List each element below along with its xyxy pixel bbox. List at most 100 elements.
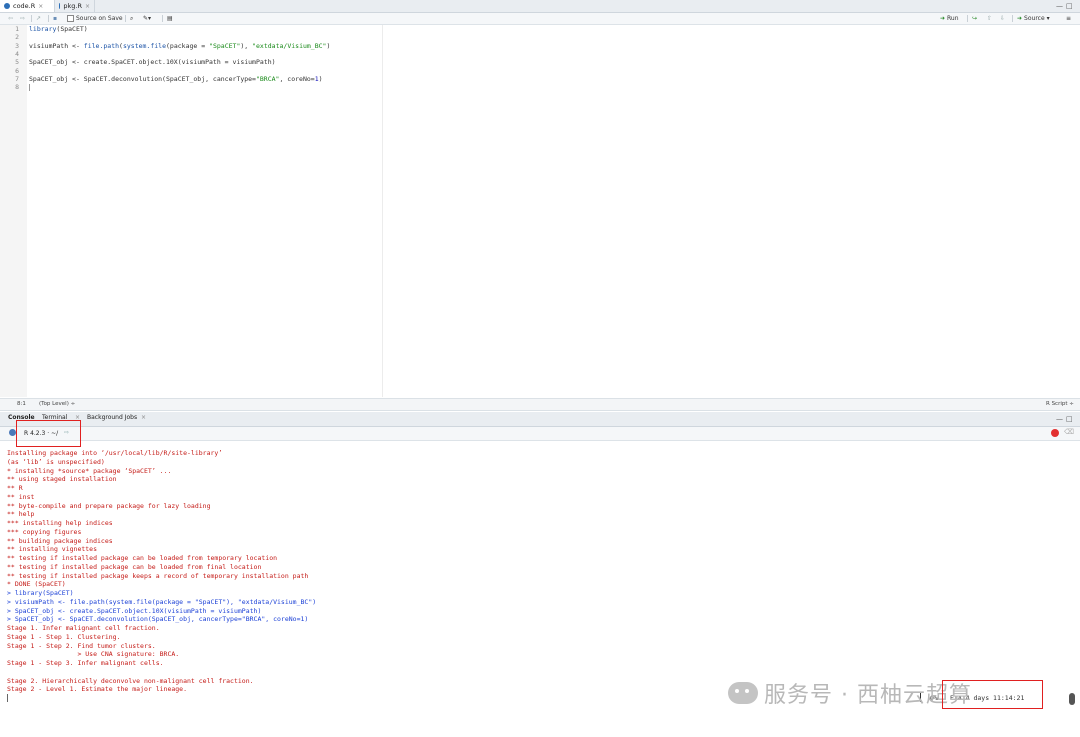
source-label: Source xyxy=(1024,15,1045,22)
console-line: > SpaCET_obj <- SpaCET.deconvolution(Spa… xyxy=(7,615,309,624)
editor-tab-bar: code.R × pkg.R × — □ xyxy=(0,0,1080,13)
code-token: "BRCA" xyxy=(255,74,280,83)
source-button[interactable]: ➜ Source ▾ xyxy=(1017,14,1050,23)
code-token: ), xyxy=(240,41,253,50)
minimize-icon[interactable]: — xyxy=(1056,2,1063,10)
line-number: 2 xyxy=(15,33,19,42)
tab-label: code.R xyxy=(13,2,36,10)
close-icon[interactable]: × xyxy=(141,414,146,421)
wechat-logo-icon xyxy=(728,682,758,704)
file-type-selector[interactable]: R Script ÷ xyxy=(1046,401,1074,407)
console-line: ** testing if installed package can be l… xyxy=(7,562,262,571)
code-token: system.file xyxy=(122,41,166,50)
outline-icon[interactable]: ≡ xyxy=(1066,14,1071,23)
minimize-icon[interactable]: — xyxy=(1056,415,1063,423)
code-line-1: library(SpaCET) xyxy=(29,25,88,33)
clear-console-icon[interactable]: ⌫ xyxy=(1064,428,1074,436)
scope-selector[interactable]: (Top Level) ÷ xyxy=(39,401,75,407)
console-line: > Use CNA signature: BRCA. xyxy=(7,650,180,659)
source-arrow-icon: ➜ xyxy=(1017,15,1023,22)
console-line: Installing package into ‘/usr/local/lib/… xyxy=(7,449,223,457)
console-line: ** installing vignettes xyxy=(7,545,98,554)
go-up-icon[interactable]: ⇧ xyxy=(987,14,992,23)
highlight-box-eta xyxy=(942,680,1043,709)
console-line: Stage 2. Hierarchically deconvolve non-m… xyxy=(7,676,254,685)
compile-report-icon[interactable]: ▤ xyxy=(167,14,173,23)
go-down-icon[interactable]: ⇩ xyxy=(1000,14,1005,23)
maximize-icon[interactable]: □ xyxy=(1066,2,1073,10)
line-number: 7 xyxy=(15,74,19,83)
rerun-icon[interactable]: ↪ xyxy=(972,14,977,23)
r-logo-icon xyxy=(9,429,16,436)
console-line: ** R xyxy=(7,484,23,492)
console-line: ** testing if installed package keeps a … xyxy=(7,571,309,580)
code-token: "SpaCET" xyxy=(209,41,241,50)
text-cursor xyxy=(29,84,30,91)
console-line: > library(SpaCET) xyxy=(7,589,74,597)
code-token: SpaCET_obj <- create.SpaCET.object.10X(v… xyxy=(29,58,276,67)
run-label: Run xyxy=(947,15,959,22)
run-arrow-icon: ➜ xyxy=(940,15,946,22)
show-in-window-icon[interactable]: ↗ xyxy=(36,14,41,23)
code-editor[interactable]: library(SpaCET) visiumPath <- file.path(… xyxy=(27,25,382,397)
line-number: 4 xyxy=(15,49,19,58)
code-token: SpaCET_obj <- SpaCET.deconvolution(SpaCE… xyxy=(29,74,256,83)
code-token: "extdata/Visium_BC" xyxy=(252,41,327,50)
stop-icon[interactable] xyxy=(1051,429,1059,437)
console-line: ** using staged installation xyxy=(7,475,117,484)
code-line-7: SpaCET_obj <- SpaCET.deconvolution(SpaCE… xyxy=(29,75,323,83)
line-number: 1 xyxy=(15,25,19,33)
scrollbar-thumb[interactable] xyxy=(1069,693,1075,705)
watermark: 服务号 · 西柚云超算 xyxy=(728,676,972,710)
editor-toolbar: ⇦ ⇨ ↗ ▪ Source on Save ⌕ ✎▾ ▤ ➜ Run ↪ ⇧ … xyxy=(0,13,1080,25)
watermark-text: 服务号 · 西柚云超算 xyxy=(764,683,972,708)
console-line: > SpaCET_obj <- create.SpaCET.object.10X… xyxy=(7,606,262,615)
code-token: , coreNo= xyxy=(279,74,315,83)
console-line: Stage 1 - Step 2. Find tumor clusters. xyxy=(7,641,156,650)
console-line: Stage 1 - Step 3. Infer malignant cells. xyxy=(7,659,164,667)
code-tools-icon[interactable]: ✎▾ xyxy=(143,14,151,23)
code-token: (package = xyxy=(166,41,210,50)
source-on-save-checkbox[interactable]: Source on Save xyxy=(67,14,123,23)
code-token: (SpaCET) xyxy=(56,25,88,33)
code-line-5: SpaCET_obj <- create.SpaCET.object.10X(v… xyxy=(29,58,276,66)
console-line: *** installing help indices xyxy=(7,519,113,527)
console-line: > visiumPath <- file.path(system.file(pa… xyxy=(7,597,317,606)
console-line: (as ‘lib’ is unspecified) xyxy=(7,457,105,466)
code-token: ) xyxy=(326,41,331,50)
console-line: * installing *source* package ‘SpaCET’ .… xyxy=(7,466,172,475)
line-number: 3 xyxy=(15,41,19,50)
maximize-icon[interactable]: □ xyxy=(1066,415,1073,423)
console-line: Stage 1. Infer malignant cell fraction. xyxy=(7,624,160,632)
console-cursor xyxy=(7,694,8,702)
console-line: ** byte-compile and prepare package for … xyxy=(7,501,211,510)
console-line: Stage 2 - Level 1. Estimate the major li… xyxy=(7,685,188,694)
console-line: ** building package indices xyxy=(7,536,113,545)
line-number: 8 xyxy=(15,83,19,92)
tab-code-r[interactable]: code.R × xyxy=(0,0,55,12)
editor-status-bar: 8:1 (Top Level) ÷ R Script ÷ xyxy=(0,398,1080,411)
print-margin-line xyxy=(382,25,383,397)
tab-label: pkg.R xyxy=(63,2,82,10)
code-line-3: visiumPath <- file.path(system.file(pack… xyxy=(29,42,330,50)
code-token: ) xyxy=(318,74,323,83)
cursor-position: 8:1 xyxy=(17,401,26,407)
search-icon[interactable]: ⌕ xyxy=(130,14,133,23)
tab-pkg-r[interactable]: pkg.R × xyxy=(55,0,95,12)
line-number: 5 xyxy=(15,58,19,67)
save-icon[interactable]: ▪ xyxy=(53,14,57,23)
chevron-down-icon: ▾ xyxy=(1046,15,1050,22)
tab-background-jobs[interactable]: Background Jobs xyxy=(87,414,137,421)
close-icon[interactable]: × xyxy=(85,3,90,10)
console-line: *** copying figures xyxy=(7,527,82,536)
run-button[interactable]: ➜ Run xyxy=(940,14,959,23)
highlight-box-r-version xyxy=(16,420,81,447)
code-token: visiumPath <- xyxy=(29,41,84,50)
console-line: ** inst xyxy=(7,492,35,501)
forward-arrow-icon[interactable]: ⇨ xyxy=(20,14,25,23)
back-arrow-icon[interactable]: ⇦ xyxy=(8,14,13,23)
r-file-icon xyxy=(4,3,10,9)
console-toolbar: R 4.2.3 · ~/ ⇨ ⌫ xyxy=(0,427,1080,441)
line-number-gutter: 1 2 3 4 5 6 7 8 xyxy=(0,25,27,397)
close-icon[interactable]: × xyxy=(38,3,43,10)
